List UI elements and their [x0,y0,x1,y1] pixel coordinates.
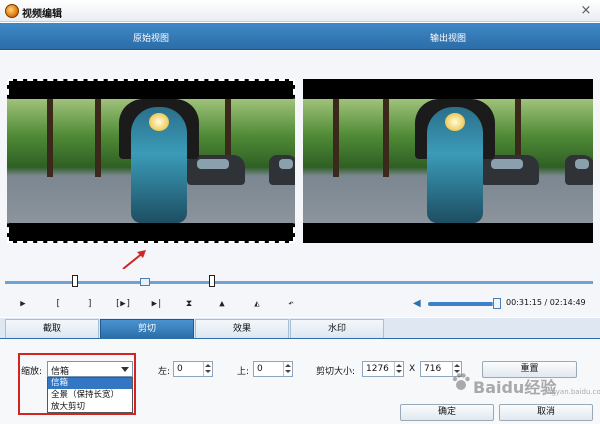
volume-slider[interactable] [428,302,498,306]
title-bar: 视频编辑 × [0,0,600,22]
start-marker[interactable] [72,275,78,287]
original-video-pane[interactable] [7,79,295,243]
tree-trunk [333,99,339,177]
watermark-sub: jingyan.baidu.com [543,388,600,396]
tab-watermark[interactable]: 水印 [290,319,384,338]
car-shape [565,155,593,185]
crop-height-value: 716 [424,364,442,374]
top-offset-input[interactable]: 0 [253,361,293,377]
tab-bar: 截取 剪切 效果 水印 [0,318,600,339]
next-frame-button[interactable]: ▶| [148,297,166,311]
view-header: 原始视图 输出视图 [0,23,600,50]
tab-crop[interactable]: 剪切 [100,319,194,338]
output-video-pane [303,79,593,243]
volume-handle[interactable] [493,298,501,309]
app-icon [5,4,19,18]
playhead-handle[interactable] [140,278,150,286]
paw-icon [452,373,470,390]
car-shape [481,155,539,185]
original-view-label: 原始视图 [133,34,170,44]
tab-capture[interactable]: 截取 [5,319,99,338]
tree-trunk [383,99,389,177]
crop-width-input[interactable]: 1276 [362,361,404,377]
flip-vertical-button[interactable]: ▲ [215,297,229,311]
left-offset-stepper[interactable] [203,362,212,376]
tree-trunk [47,99,53,177]
play-button[interactable]: ▶ [16,297,30,311]
highlight-box [18,353,136,415]
tree-trunk [95,99,101,177]
crop-x-label: X [409,364,416,374]
car-shape [187,155,245,185]
crop-size-label: 剪切大小: [316,367,356,377]
annotation-arrow-icon [122,250,146,270]
volume-icon[interactable]: ◀ [413,298,425,310]
crop-width-stepper[interactable] [394,362,403,376]
output-view-label: 输出视图 [430,34,467,44]
video-frame [7,99,295,223]
mark-in-button[interactable]: [ [51,297,65,311]
video-frame [303,99,593,223]
timeline-track[interactable] [5,281,593,284]
crop-width-value: 1276 [366,364,389,374]
undo-button[interactable]: ↶ [284,297,298,311]
scooter-shape [427,107,483,223]
scooter-shape [131,107,187,223]
timeline-area: ▶ [ ] [▶] ▶| ⧗ ▲ ◭ ↶ ◀ 00:31:15 / 02:14:… [0,269,600,317]
left-label: 左: [158,367,171,377]
left-offset-input[interactable]: 0 [173,361,213,377]
close-button[interactable]: × [578,3,594,19]
top-offset-stepper[interactable] [283,362,292,376]
top-offset-value: 0 [257,364,263,374]
split-button[interactable]: ⧗ [182,297,196,311]
cancel-button[interactable]: 取消 [499,404,593,421]
time-display: 00:31:15 / 02:14:49 [506,298,586,307]
end-marker[interactable] [209,275,215,287]
window-title: 视频编辑 [22,9,62,20]
car-shape [269,155,295,185]
baidu-watermark: Baidu经验 jingyan.baidu.com [445,366,600,402]
ok-button[interactable]: 确定 [400,404,494,421]
top-label: 上: [237,367,250,377]
mark-out-button[interactable]: ] [83,297,97,311]
preview-area [0,51,600,269]
play-range-button[interactable]: [▶] [112,297,134,311]
left-offset-value: 0 [177,364,183,374]
tab-effects[interactable]: 效果 [195,319,289,338]
flip-horizontal-button[interactable]: ◭ [250,297,264,311]
